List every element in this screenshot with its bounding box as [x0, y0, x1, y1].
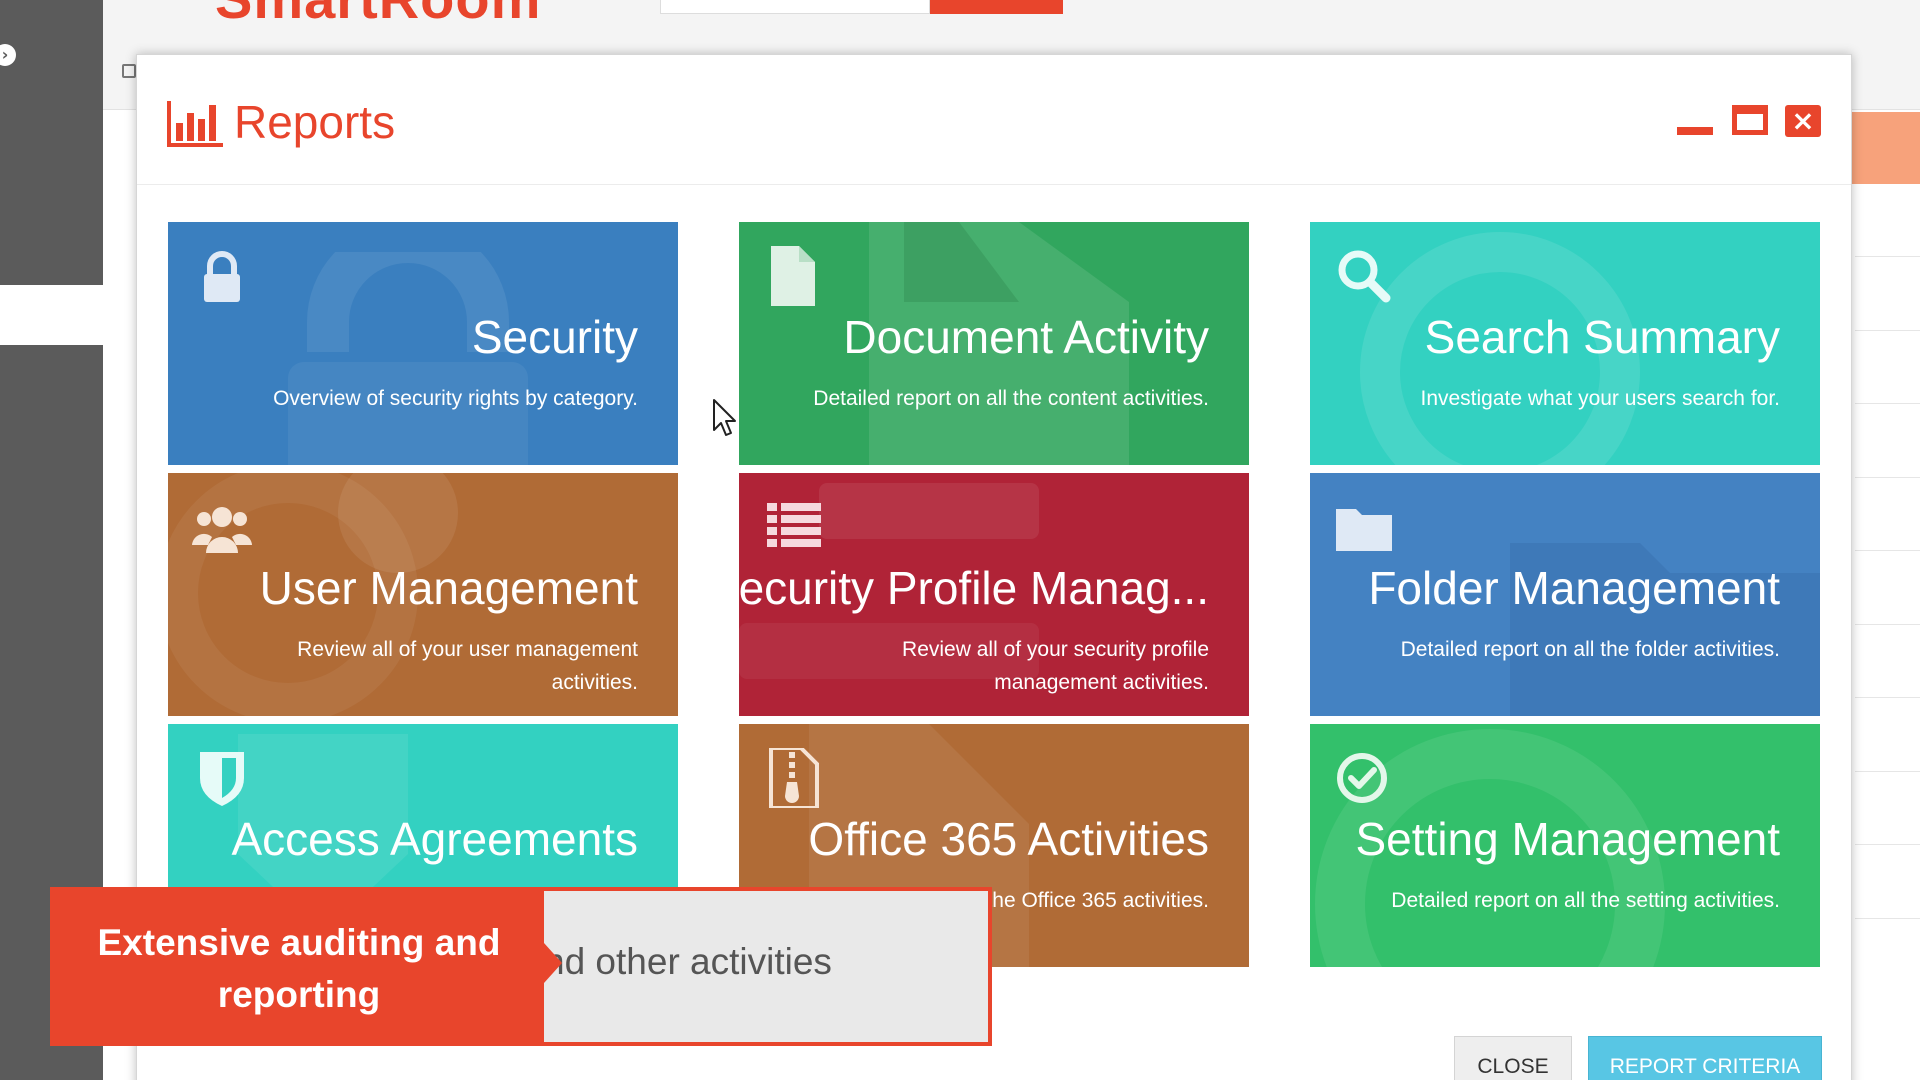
- shield-icon: [200, 752, 244, 806]
- tile-search-summary[interactable]: Search Summary Investigate what your use…: [1310, 222, 1820, 465]
- mouse-cursor-icon: [713, 399, 736, 436]
- tile-description: Detailed report on all the setting activ…: [1391, 889, 1780, 912]
- tile-title: User Management: [259, 562, 638, 614]
- lock-icon: [204, 251, 240, 302]
- modal-header: Reports ×: [137, 55, 1851, 185]
- tile-description: Detailed report on all the content activ…: [813, 387, 1209, 410]
- list-icon: [767, 503, 821, 547]
- report-criteria-button[interactable]: REPORT CRITERIA: [1588, 1036, 1822, 1080]
- tile-user-management[interactable]: User Management Review all of your user …: [168, 473, 678, 716]
- tile-title: Folder Management: [1368, 562, 1780, 614]
- zip-file-icon: [769, 748, 819, 808]
- modal-title: Reports: [234, 96, 396, 148]
- check-circle-icon: [1337, 753, 1387, 803]
- caption-subtext: nd other activities: [544, 941, 832, 982]
- tile-description: Review all of your user management activ…: [297, 638, 638, 694]
- app-search-button[interactable]: [930, 0, 1063, 14]
- tile-security[interactable]: Security Overview of security rights by …: [168, 222, 678, 465]
- close-window-button[interactable]: ×: [1785, 105, 1821, 137]
- folder-icon: [1336, 509, 1392, 551]
- app-logo: SmartRoom: [215, 0, 541, 31]
- tile-setting-management[interactable]: Setting Management Detailed report on al…: [1310, 724, 1820, 967]
- tile-title: Search Summary: [1424, 311, 1780, 363]
- tile-title: Document Activity: [843, 311, 1209, 363]
- tile-description: Detailed report on all the folder activi…: [1400, 638, 1780, 661]
- maximize-button[interactable]: [1732, 105, 1768, 135]
- caption-overlay: nd other activities Extensive auditing a…: [50, 887, 992, 1046]
- expand-sidebar-icon[interactable]: ›: [0, 44, 16, 66]
- close-button[interactable]: CLOSE: [1454, 1036, 1572, 1080]
- search-icon: [1338, 250, 1391, 303]
- tile-description: Overview of security rights by category.: [273, 387, 638, 410]
- tile-title: Office 365 Activities: [808, 813, 1209, 865]
- tile-title: Access Agreements: [231, 813, 638, 865]
- app-orange-panel: [1850, 112, 1920, 184]
- tile-description: Review all of your security profile mana…: [902, 638, 1209, 694]
- tile-title: Setting Management: [1355, 813, 1781, 865]
- minimize-button[interactable]: [1677, 105, 1713, 135]
- sidebar-selected-item[interactable]: [0, 285, 103, 345]
- tile-title: Security: [471, 311, 638, 363]
- tile-document-activity[interactable]: Document Activity Detailed report on all…: [739, 222, 1249, 465]
- tile-folder-management[interactable]: Folder Management Detailed report on all…: [1310, 473, 1820, 716]
- bar-chart-icon: [167, 101, 223, 147]
- caption-headline: Extensive auditing and reporting: [97, 922, 501, 1015]
- document-icon: [771, 246, 815, 306]
- caption-arrow: [544, 943, 562, 983]
- tile-security-profile-management[interactable]: Security Profile Manag... Review all of …: [739, 473, 1249, 716]
- tile-description: Investigate what your users search for.: [1420, 387, 1780, 410]
- caption-headline-box: Extensive auditing and reporting: [54, 891, 544, 1042]
- app-search-input[interactable]: [660, 0, 930, 14]
- tile-title: Security Profile Manag...: [739, 562, 1209, 614]
- folder-icon[interactable]: [122, 64, 136, 78]
- users-icon: [192, 507, 252, 553]
